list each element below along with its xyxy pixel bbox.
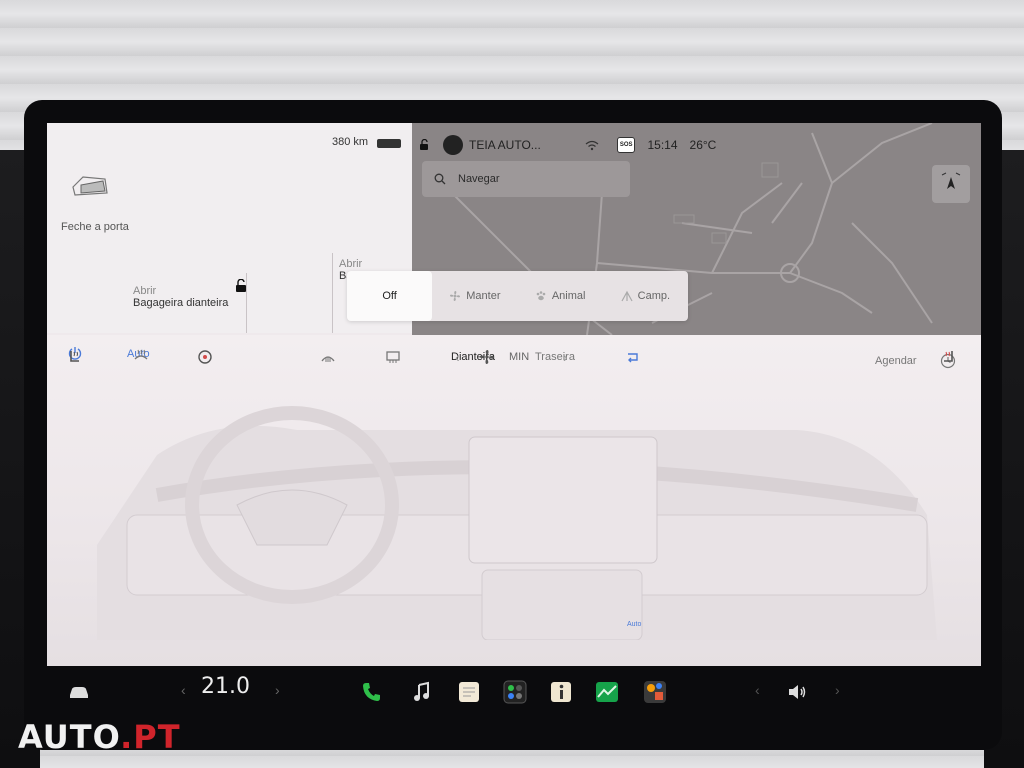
- map-orientation-button[interactable]: [932, 165, 970, 203]
- door-warning-label: Feche a porta: [61, 221, 129, 233]
- phone-icon[interactable]: [360, 680, 384, 704]
- front-defrost-icon[interactable]: [320, 349, 336, 365]
- front-trunk-name: Bagageira dianteira: [133, 297, 229, 309]
- fan-icon: [450, 291, 461, 301]
- touchscreen: 380 km Feche a porta Abrir Bagageira dia…: [47, 123, 981, 666]
- fan-increase-icon[interactable]: ›: [563, 349, 568, 365]
- mode-dog[interactable]: Animal: [518, 271, 603, 321]
- mode-camp[interactable]: Camp.: [603, 271, 688, 321]
- schedule-button[interactable]: Agendar: [875, 355, 917, 367]
- notes-icon[interactable]: [457, 680, 481, 704]
- volume-icon[interactable]: [785, 680, 809, 704]
- fan-speed-readout: MIN: [509, 351, 530, 363]
- compass-icon: [941, 172, 961, 189]
- watermark-logo: AUTO.PT: [18, 718, 181, 756]
- volume-increase-icon[interactable]: ›: [835, 682, 840, 698]
- temp-decrease-icon[interactable]: ‹: [181, 682, 186, 698]
- games-icon[interactable]: [643, 680, 667, 704]
- seat-heater-right-icon[interactable]: [940, 349, 956, 365]
- info-icon[interactable]: [549, 680, 573, 704]
- climate-keeper-selector: Off Manter Animal Camp.: [347, 271, 688, 321]
- mode-keep[interactable]: Manter: [432, 271, 517, 321]
- volume-decrease-icon[interactable]: ‹: [755, 682, 760, 698]
- tab-rear[interactable]: Traseira: [535, 351, 575, 363]
- music-icon[interactable]: [410, 680, 434, 704]
- range-readout: 380 km: [332, 136, 369, 148]
- tent-icon: [621, 290, 633, 302]
- cabin-illustration: [97, 406, 937, 640]
- apps-icon[interactable]: [503, 680, 527, 704]
- car-icon[interactable]: [67, 680, 91, 704]
- rear-defrost-icon[interactable]: [385, 349, 401, 365]
- climate-panel: Auto Dianteira Traseira Agendar ‹ MIN › …: [47, 335, 981, 666]
- taskbar: ‹ 21.0 › ‹ ›: [47, 668, 981, 716]
- fan-decrease-icon[interactable]: ‹: [455, 349, 460, 365]
- profile-icon[interactable]: [443, 135, 463, 155]
- cabin-temperature[interactable]: 21.0: [201, 674, 250, 699]
- outside-temperature: 26°C: [689, 138, 717, 152]
- front-trunk-button[interactable]: Abrir Bagageira dianteira: [127, 273, 247, 333]
- recirc-auto-label: Auto: [627, 621, 642, 628]
- temp-increase-icon[interactable]: ›: [275, 682, 280, 698]
- wifi-icon: [585, 140, 599, 150]
- profile-name[interactable]: TEIA AUTO...: [469, 138, 541, 152]
- navigation-search-input[interactable]: Navegar: [422, 161, 630, 197]
- clock-time: 15:14: [647, 138, 678, 152]
- search-icon: [434, 173, 446, 185]
- recirculation-icon[interactable]: [625, 349, 641, 365]
- fan-icon: [480, 350, 494, 364]
- mode-off[interactable]: Off: [347, 271, 433, 321]
- search-placeholder: Navegar: [458, 173, 500, 185]
- unlock-icon[interactable]: [235, 279, 247, 293]
- status-bar: TEIA AUTO... SOS 15:14 26°C: [419, 133, 728, 157]
- seat-heater-left-icon[interactable]: [67, 349, 83, 365]
- steering-heat-icon[interactable]: [133, 349, 149, 365]
- rear-trunk-action: Abrir: [339, 258, 363, 270]
- paw-icon: [536, 291, 546, 301]
- front-trunk-action: Abrir: [133, 285, 157, 297]
- energy-icon[interactable]: [595, 680, 619, 704]
- sos-icon[interactable]: SOS: [616, 137, 636, 153]
- battery-icon: [377, 139, 401, 148]
- steering-wheel-icon[interactable]: [197, 349, 213, 365]
- lock-status-icon[interactable]: [419, 139, 431, 151]
- door-open-icon[interactable]: [69, 171, 111, 201]
